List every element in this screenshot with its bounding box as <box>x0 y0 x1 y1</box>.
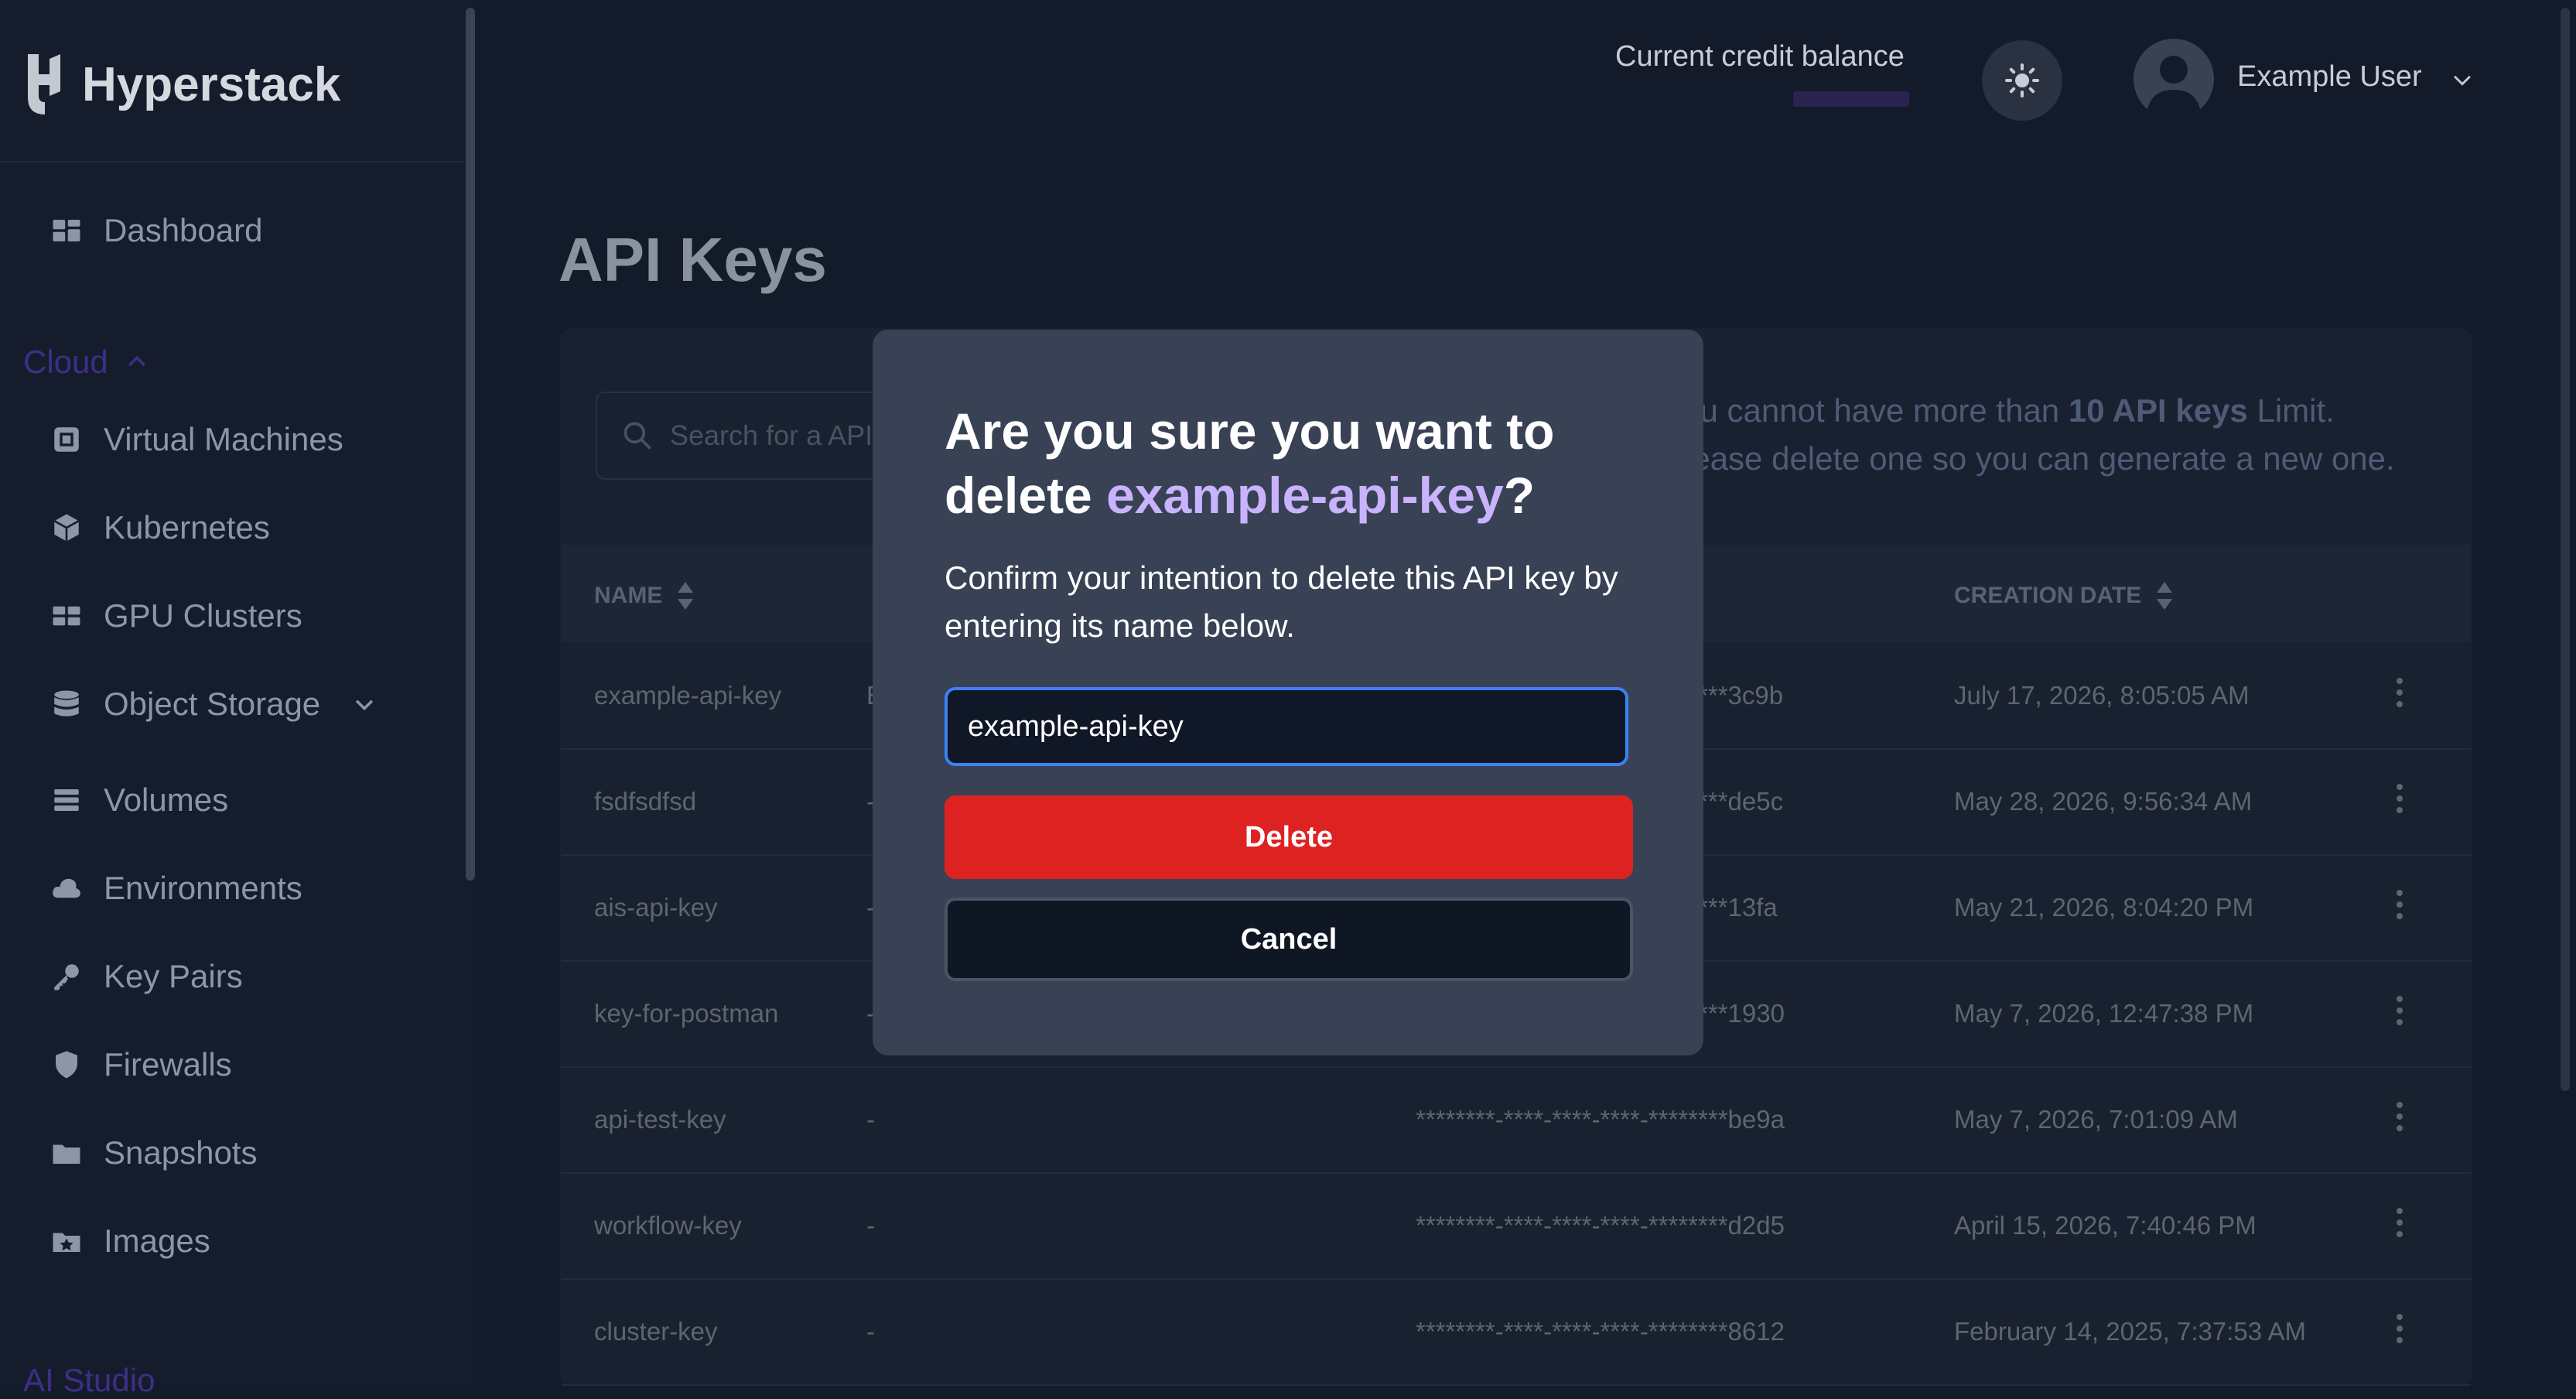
confirm-name-input[interactable] <box>945 687 1628 766</box>
page-scrollbar[interactable] <box>2561 8 2570 1091</box>
delete-confirm-dialog: Are you sure you want to delete example-… <box>873 330 1703 1055</box>
cancel-button[interactable]: Cancel <box>945 898 1633 981</box>
delete-button[interactable]: Delete <box>945 795 1633 879</box>
dialog-title-key-name: example-api-key <box>1106 467 1504 524</box>
dialog-title: Are you sure you want to delete example-… <box>945 399 1641 528</box>
dialog-title-text: ? <box>1503 467 1536 524</box>
dialog-description: Confirm your intention to delete this AP… <box>945 559 1618 644</box>
